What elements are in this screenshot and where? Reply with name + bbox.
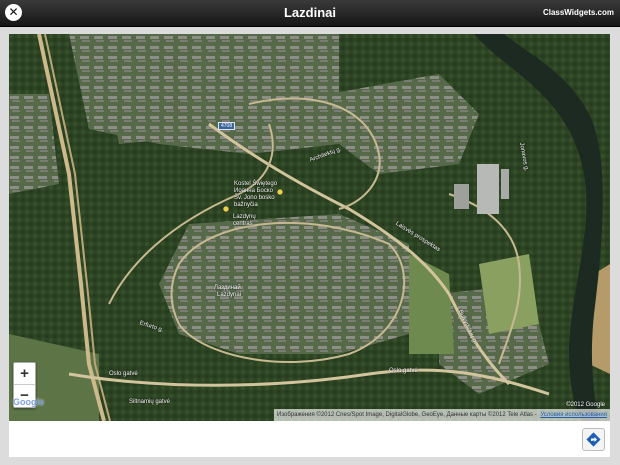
field-east xyxy=(479,254,539,334)
route-badge: 4708 xyxy=(218,122,236,130)
zoom-in-button[interactable]: + xyxy=(14,363,35,385)
label-center: Lazdynų xyxy=(233,214,256,220)
label-oslo-east: Oslo gatvė xyxy=(389,368,418,374)
industrial-building-3 xyxy=(454,184,469,209)
industrial-building xyxy=(477,164,499,214)
label-oslo-west: Oslo gatvė xyxy=(109,371,138,377)
industrial-building-2 xyxy=(501,169,509,199)
label-center2: centras xyxy=(233,221,253,227)
bottom-panel xyxy=(9,421,610,457)
label-district-ru: Лаздинай xyxy=(214,285,241,291)
map-attribution: Изображения ©2012 Cnes/Spot Image, Digit… xyxy=(274,409,610,421)
label-church: Kostel Świętego xyxy=(234,181,278,187)
northwest-blocks xyxy=(109,84,219,144)
label-church-lt: Šv. Jono bosko xyxy=(234,195,275,201)
label-church-ru: Иоанна Боско xyxy=(234,188,273,194)
google-logo: Google xyxy=(13,397,44,407)
title-bar: ✕ Lazdinai ClassWidgets.com xyxy=(0,0,620,27)
center-marker[interactable] xyxy=(222,205,230,213)
brand-label: ClassWidgets.com xyxy=(542,8,614,17)
directions-button[interactable] xyxy=(582,428,605,451)
terms-link[interactable]: Условия использования xyxy=(540,412,607,418)
attribution-text: Изображения ©2012 Cnes/Spot Image, Digit… xyxy=(277,412,537,418)
label-siltnamiu: Siltnamių gatvė xyxy=(129,399,171,405)
satellite-map[interactable]: 4708 Kostel Świętego Иоанна Боско Šv. Jo… xyxy=(9,34,610,421)
map-copyright: ©2012 Google xyxy=(566,402,605,408)
label-district: Lazdynai xyxy=(217,292,242,298)
directions-icon xyxy=(586,432,601,447)
label-church-lt2: bažnyčia xyxy=(234,202,258,208)
map-imagery xyxy=(9,34,610,421)
church-marker[interactable] xyxy=(276,188,284,196)
page-title: Lazdinai xyxy=(283,5,336,20)
lazdynai-blocks xyxy=(159,214,409,354)
